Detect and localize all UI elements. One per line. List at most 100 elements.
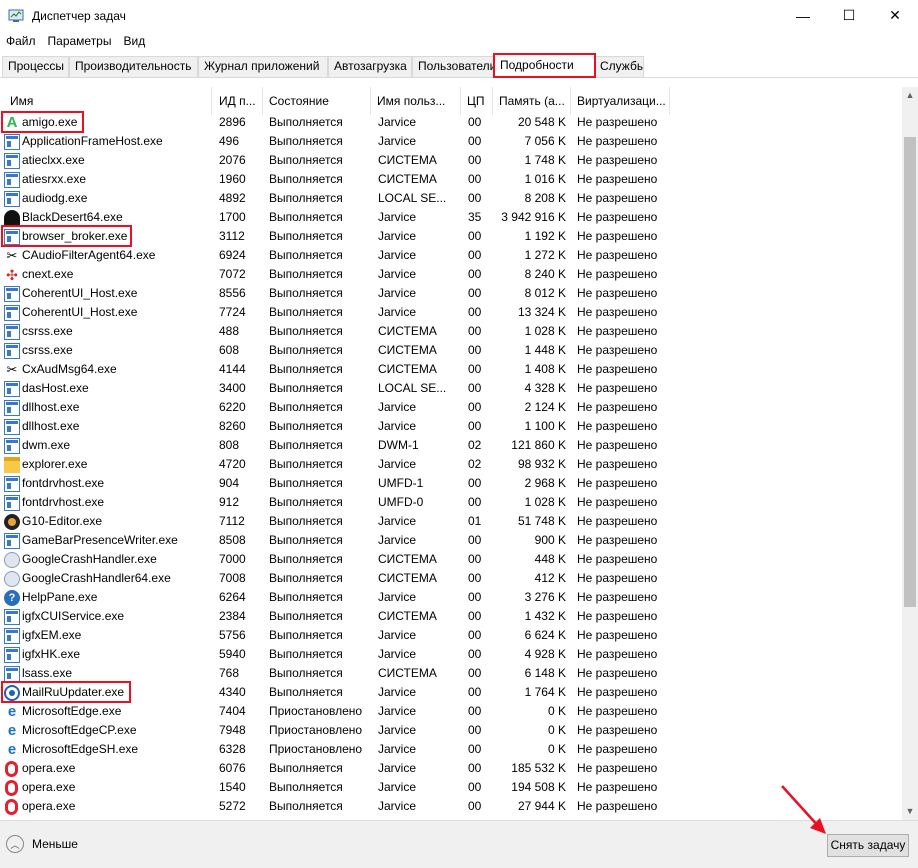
cell-cpu: 00 <box>468 799 482 813</box>
amigo-icon: A <box>6 113 18 131</box>
column-header-pid[interactable]: ИД п... <box>213 87 263 115</box>
table-row[interactable]: csrss.exe 608 Выполняется СИСТЕМА 00 1 448 K Н… <box>0 341 902 360</box>
cell-state: Приостановлено <box>269 704 363 718</box>
maximize-button[interactable]: ☐ <box>826 0 872 31</box>
cell-virtualization: Не разрешено <box>577 609 658 623</box>
column-header-state[interactable]: Состояние <box>263 87 371 115</box>
table-row[interactable]: CoherentUI_Host.exe 7724 Выполняется Jarvic… <box>0 303 902 322</box>
table-row[interactable]: igfxHK.exe 5940 Выполняется Jarvice 00 4 928 … <box>0 645 902 664</box>
column-header-name[interactable]: Имя <box>4 87 212 115</box>
cell-state: Выполняется <box>269 590 343 604</box>
tab-users[interactable]: Пользователи <box>412 56 494 77</box>
cell-memory: 6 624 K <box>524 628 566 642</box>
column-header-virtualization[interactable]: Виртуализаци... <box>571 87 670 115</box>
cell-name: atiesrxx.exe <box>4 170 210 189</box>
google-update-icon <box>4 551 20 568</box>
table-row[interactable]: ✣ cnext.exe 7072 Выполняется Jarvice 00 8 240 … <box>0 265 902 284</box>
table-row[interactable]: dasHost.exe 3400 Выполняется LOCAL SE... 00 4… <box>0 379 902 398</box>
cell-pid: 8260 <box>219 419 246 433</box>
table-row[interactable]: opera.exe 1540 Выполняется Jarvice 00 194 508… <box>0 778 902 797</box>
process-name: explorer.exe <box>22 457 88 471</box>
process-name: browser_broker.exe <box>22 229 128 243</box>
table-row[interactable]: opera.exe 6076 Выполняется Jarvice 00 185 532… <box>0 759 902 778</box>
cell-user: СИСТЕМА <box>378 324 437 338</box>
cell-user: Jarvice <box>378 210 417 224</box>
table-row[interactable]: e MicrosoftEdgeCP.exe 7948 Приостановлено Ja… <box>0 721 902 740</box>
table-row[interactable]: lsass.exe 768 Выполняется СИСТЕМА 00 6 148 K Н… <box>0 664 902 683</box>
tab-app-history[interactable]: Журнал приложений <box>198 56 328 77</box>
menu-file[interactable]: Файл <box>0 31 42 52</box>
table-row[interactable]: igfxEM.exe 5756 Выполняется Jarvice 00 6 624 … <box>0 626 902 645</box>
process-name: BlackDesert64.exe <box>22 210 123 224</box>
menu-options[interactable]: Параметры <box>42 31 118 52</box>
table-row[interactable]: Aamigo.exe 2896 Выполняется Jarvice 00 20 548… <box>0 111 902 133</box>
cell-cpu: 00 <box>468 571 482 585</box>
cell-name: dwm.exe <box>4 436 210 455</box>
table-row[interactable]: e MicrosoftEdge.exe 7404 Приостановлено Jarv… <box>0 702 902 721</box>
cell-name: audiodg.exe <box>4 189 210 208</box>
table-row[interactable]: atiesrxx.exe 1960 Выполняется СИСТЕМА 00 1 01… <box>0 170 902 189</box>
menu-view[interactable]: Вид <box>117 31 151 52</box>
tab-performance[interactable]: Производительность <box>69 56 198 77</box>
cell-user: СИСТЕМА <box>378 666 437 680</box>
table-row[interactable]: ? HelpPane.exe 6264 Выполняется Jarvice 00 3 2… <box>0 588 902 607</box>
column-header-user[interactable]: Имя польз... <box>371 87 461 115</box>
cell-virtualization: Не разрешено <box>577 115 658 129</box>
table-row[interactable]: igfxCUIService.exe 2384 Выполняется СИСТЕМА… <box>0 607 902 626</box>
cell-cpu: 35 <box>468 210 482 224</box>
table-row[interactable]: CoherentUI_Host.exe 8556 Выполняется Jarvic… <box>0 284 902 303</box>
cell-name: ? HelpPane.exe <box>4 588 210 607</box>
cell-cpu: 00 <box>468 191 482 205</box>
cell-memory: 0 K <box>547 742 566 756</box>
table-row[interactable]: dllhost.exe 6220 Выполняется Jarvice 00 2 124… <box>0 398 902 417</box>
table-row[interactable]: opera.exe 5272 Выполняется Jarvice 00 27 944 … <box>0 797 902 816</box>
table-row[interactable]: browser_broker.exe 3112 Выполняется Jarvice… <box>0 225 902 247</box>
tab-services[interactable]: Службы <box>594 56 644 77</box>
table-row[interactable]: GoogleCrashHandler64.exe 7008 Выполняется С… <box>0 569 902 588</box>
table-row[interactable]: BlackDesert64.exe 1700 Выполняется Jarvice 3… <box>0 208 902 227</box>
scroll-down-icon[interactable]: ▼ <box>902 803 918 820</box>
table-row[interactable]: audiodg.exe 4892 Выполняется LOCAL SE... 00 8… <box>0 189 902 208</box>
table-row[interactable]: GoogleCrashHandler.exe 7000 Выполняется СИС… <box>0 550 902 569</box>
tab-details[interactable]: Подробности <box>493 53 596 78</box>
cell-state: Выполняется <box>269 666 343 680</box>
table-row[interactable]: dllhost.exe 8260 Выполняется Jarvice 00 1 100… <box>0 417 902 436</box>
table-row[interactable]: fontdrvhost.exe 912 Выполняется UMFD-0 00 1 0… <box>0 493 902 512</box>
table-row[interactable]: G10-Editor.exe 7112 Выполняется Jarvice 01 51… <box>0 512 902 531</box>
close-button[interactable]: ✕ <box>872 0 918 31</box>
cell-user: Jarvice <box>378 723 417 737</box>
app-window-icon <box>4 665 20 682</box>
cell-memory: 0 K <box>547 723 566 737</box>
fewer-details-button[interactable]: ︿ Меньше <box>6 835 78 853</box>
table-row[interactable]: MailRuUpdater.exe 4340 Выполняется Jarvice 0… <box>0 681 902 703</box>
minimize-button[interactable]: — <box>780 0 826 31</box>
cell-cpu: 00 <box>468 419 482 433</box>
app-window-icon <box>4 228 20 245</box>
tab-processes[interactable]: Процессы <box>2 56 69 77</box>
scroll-up-icon[interactable]: ▲ <box>902 87 918 104</box>
tab-startup[interactable]: Автозагрузка <box>328 56 412 77</box>
task-manager-icon <box>8 8 24 24</box>
process-name: MicrosoftEdge.exe <box>22 704 122 718</box>
column-header-memory[interactable]: Память (а... <box>493 87 571 115</box>
scroll-thumb[interactable] <box>904 137 916 607</box>
cell-state: Выполняется <box>269 400 343 414</box>
cell-virtualization: Не разрешено <box>577 305 658 319</box>
table-row[interactable]: ✂ CxAudMsg64.exe 4144 Выполняется СИСТЕМА 00 1… <box>0 360 902 379</box>
table-row[interactable]: GameBarPresenceWriter.exe 8508 Выполняется… <box>0 531 902 550</box>
cell-virtualization: Не разрешено <box>577 666 658 680</box>
table-row[interactable]: ApplicationFrameHost.exe 496 Выполняется Ja… <box>0 132 902 151</box>
table-row[interactable]: dwm.exe 808 Выполняется DWM-1 02 121 860 K Не … <box>0 436 902 455</box>
table-row[interactable]: csrss.exe 488 Выполняется СИСТЕМА 00 1 028 K Н… <box>0 322 902 341</box>
vertical-scrollbar[interactable]: ▲ ▼ <box>902 87 918 820</box>
table-row[interactable]: atieclxx.exe 2076 Выполняется СИСТЕМА 00 1 74… <box>0 151 902 170</box>
app-window-icon <box>4 646 20 663</box>
app-window-icon <box>4 437 20 454</box>
column-header-cpu[interactable]: ЦП <box>461 87 493 115</box>
g10-icon <box>4 513 20 530</box>
table-row[interactable]: fontdrvhost.exe 904 Выполняется UMFD-1 00 2 9… <box>0 474 902 493</box>
cell-state: Выполняется <box>269 381 343 395</box>
table-row[interactable]: ✂ CAudioFilterAgent64.exe 6924 Выполняется J… <box>0 246 902 265</box>
table-row[interactable]: explorer.exe 4720 Выполняется Jarvice 02 98 9… <box>0 455 902 474</box>
table-row[interactable]: e MicrosoftEdgeSH.exe 6328 Приостановлено Ja… <box>0 740 902 759</box>
